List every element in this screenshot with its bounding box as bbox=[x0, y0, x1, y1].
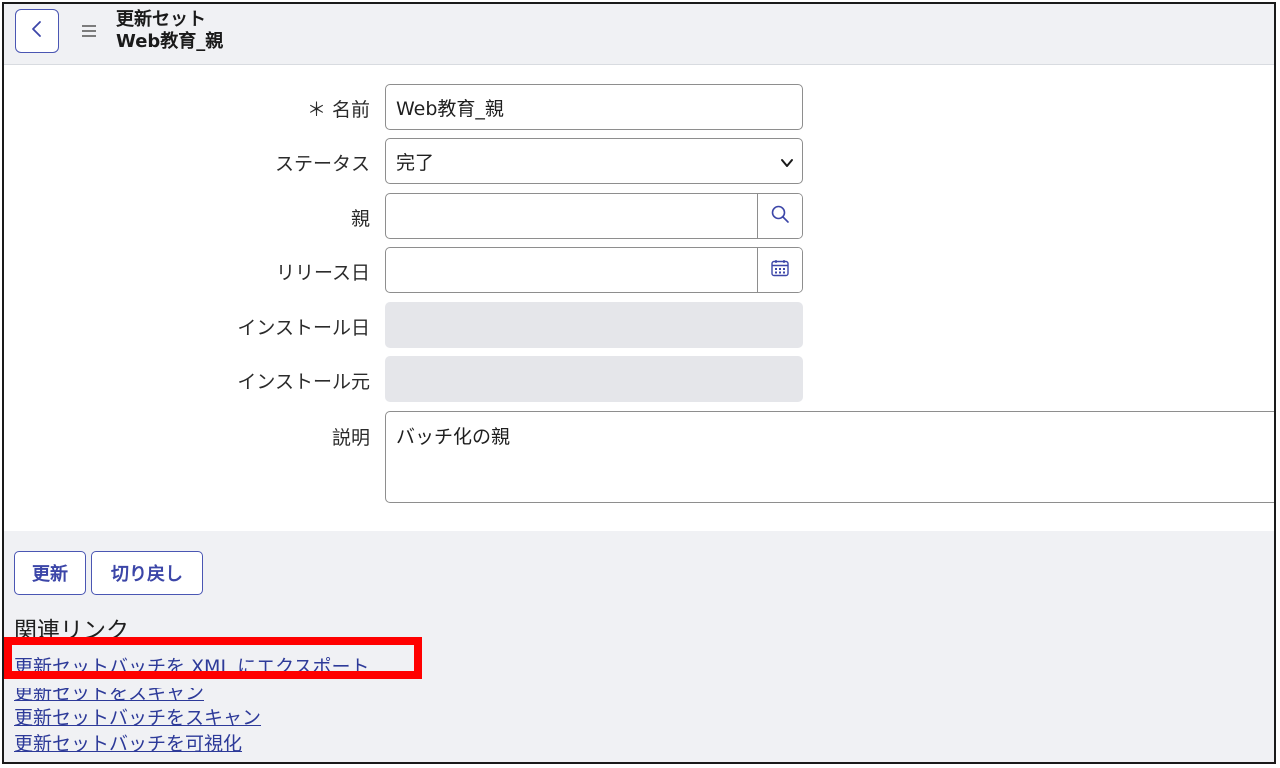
form-footer: 更新 切り戻し 関連リンク 更新セットバッチを XML にエクスポート 更新セッ… bbox=[4, 531, 1274, 762]
hamburger-menu-icon[interactable] bbox=[80, 20, 98, 42]
update-button[interactable]: 更新 bbox=[14, 551, 86, 595]
status-select[interactable]: 完了 bbox=[385, 138, 803, 184]
back-button[interactable] bbox=[15, 9, 59, 53]
form-body: ＊ 名前 Web教育_親 ステータス 完了 親 リリース日 インストール日 イン… bbox=[4, 65, 1274, 531]
parent-lookup-button[interactable] bbox=[757, 194, 802, 238]
link-scan-update-set[interactable]: 更新セットをスキャン bbox=[14, 688, 204, 705]
chevron-down-icon bbox=[780, 153, 794, 175]
release-date-picker-button[interactable] bbox=[757, 248, 802, 292]
link-export-batch-xml[interactable]: 更新セットバッチを XML にエクスポート bbox=[14, 652, 370, 679]
record-type-title: 更新セット bbox=[116, 9, 206, 30]
install-date-label: インストール日 bbox=[237, 317, 370, 339]
record-name-title: Web教育_親 bbox=[116, 31, 224, 52]
link-scan-update-set-batch[interactable]: 更新セットバッチをスキャン bbox=[14, 703, 261, 730]
install-source-readonly bbox=[385, 356, 803, 402]
release-date-label: リリース日 bbox=[275, 262, 370, 284]
status-selected-value: 完了 bbox=[396, 151, 435, 174]
install-date-readonly bbox=[385, 302, 803, 348]
parent-reference-field bbox=[385, 193, 803, 239]
related-links-title: 関連リンク bbox=[14, 618, 129, 644]
name-label: ＊ 名前 bbox=[306, 99, 370, 121]
release-date-input[interactable] bbox=[386, 248, 757, 292]
chevron-left-icon bbox=[30, 19, 44, 43]
status-label: ステータス bbox=[274, 153, 370, 175]
parent-input[interactable] bbox=[386, 194, 757, 238]
form-header: 更新セット Web教育_親 bbox=[4, 4, 1274, 65]
calendar-icon bbox=[770, 258, 790, 282]
link-visualize-update-set-batch[interactable]: 更新セットバッチを可視化 bbox=[14, 729, 242, 756]
description-textarea[interactable]: バッチ化の親 bbox=[385, 411, 1274, 503]
revert-button[interactable]: 切り戻し bbox=[91, 551, 203, 595]
app-window: 更新セット Web教育_親 ＊ 名前 Web教育_親 ステータス 完了 親 リリ… bbox=[2, 2, 1276, 764]
parent-label: 親 bbox=[350, 208, 370, 230]
name-input[interactable]: Web教育_親 bbox=[385, 84, 803, 130]
description-label: 説明 bbox=[331, 427, 370, 449]
install-source-label: インストール元 bbox=[237, 371, 370, 393]
release-date-field bbox=[385, 247, 803, 293]
search-icon bbox=[770, 204, 790, 228]
